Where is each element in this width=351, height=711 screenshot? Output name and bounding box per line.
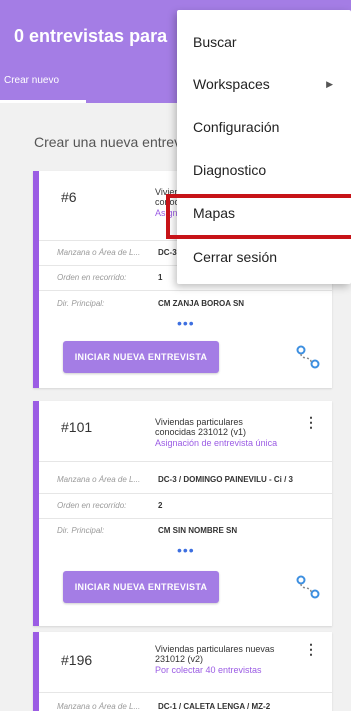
interview-card: #101 Viviendas particulares conocidas 23…: [33, 401, 332, 626]
more-details-button[interactable]: •••: [177, 316, 195, 330]
card-description: Viviendas particulares conocidas 231012 …: [155, 417, 285, 448]
divider: [39, 290, 332, 291]
start-interview-button[interactable]: INICIAR NUEVA ENTREVISTA: [63, 341, 219, 373]
intro-text: Crear una nueva entrevi: [34, 134, 185, 150]
interview-card: #196 Viviendas particulares nuevas 23101…: [33, 632, 332, 711]
row-value: DC-3 / DOMINGO PAINEVILU - Ci / 3: [158, 475, 293, 484]
card-description: Viviendas particulares nuevas 231012 (v2…: [155, 644, 285, 675]
tab-crear-nuevo[interactable]: Crear nuevo: [0, 72, 86, 103]
divider: [39, 692, 332, 693]
card-desc-line: 231012 (v2): [155, 654, 204, 664]
row-area: Manzana o Área de L... DC-3 / DOMINGO PA…: [57, 475, 326, 489]
card-assignment-link[interactable]: Por colectar 40 entrevistas: [155, 665, 285, 675]
row-value: 1: [158, 273, 163, 282]
row-value: DC-3: [158, 248, 177, 257]
tab-active-indicator: [0, 100, 86, 103]
menu-item-workspaces[interactable]: Workspaces ▶: [177, 64, 351, 104]
route-icon[interactable]: [295, 345, 321, 369]
row-label: Dir. Principal:: [57, 299, 105, 308]
menu-item-diagnostico[interactable]: Diagnostico: [177, 150, 351, 190]
highlight-box: [166, 194, 351, 239]
menu-item-label: Workspaces: [193, 76, 270, 92]
more-details-button[interactable]: •••: [177, 543, 195, 557]
row-value: DC-1 / CALETA LENGA / MZ-2: [158, 702, 271, 711]
start-interview-button[interactable]: INICIAR NUEVA ENTREVISTA: [63, 571, 219, 603]
row-label: Manzana o Área de L...: [57, 702, 141, 711]
card-number: #6: [61, 189, 77, 205]
header-title: 0 entrevistas para: [14, 26, 168, 46]
card-desc-line: Viviendas particulares nuevas: [155, 644, 275, 654]
tab-label: Crear nuevo: [4, 75, 60, 86]
row-area: Manzana o Área de L... DC-1 / CALETA LEN…: [57, 702, 326, 711]
card-desc-line: conocidas 231012 (v1): [155, 427, 247, 437]
row-value: CM ZANJA BOROA SN: [158, 299, 245, 308]
menu-item-buscar[interactable]: Buscar: [177, 22, 351, 62]
row-label: Manzana o Área de L...: [57, 475, 141, 484]
menu-item-configuracion[interactable]: Configuración: [177, 107, 351, 147]
row-label: Manzana o Área de L...: [57, 248, 141, 257]
row-value: CM SIN NOMBRE SN: [158, 526, 238, 535]
row-label: Dir. Principal:: [57, 526, 105, 535]
card-number: #101: [61, 419, 93, 435]
card-assignment-link[interactable]: Asignación de entrevista única: [155, 438, 285, 448]
row-value: 2: [158, 501, 163, 510]
row-address: Dir. Principal: CM ZANJA BOROA SN: [57, 299, 326, 313]
row-label: Orden en recorrido:: [57, 273, 127, 282]
row-address: Dir. Principal: CM SIN NOMBRE SN: [57, 526, 326, 540]
card-desc-line: Viviendas particulares: [155, 417, 243, 427]
menu-item-cerrar-sesion[interactable]: Cerrar sesión: [177, 237, 351, 277]
chevron-right-icon: ▶: [326, 79, 333, 89]
divider: [39, 493, 332, 494]
overflow-menu: Buscar Workspaces ▶ Configuración Diagno…: [177, 10, 351, 284]
kebab-menu-icon[interactable]: ⋮: [304, 415, 318, 429]
card-number: #196: [61, 652, 93, 668]
row-label: Orden en recorrido:: [57, 501, 127, 510]
divider: [39, 518, 332, 519]
row-order: Orden en recorrido: 2: [57, 501, 326, 515]
route-icon[interactable]: [295, 575, 321, 599]
divider: [39, 461, 332, 462]
kebab-menu-icon[interactable]: ⋮: [304, 642, 318, 656]
